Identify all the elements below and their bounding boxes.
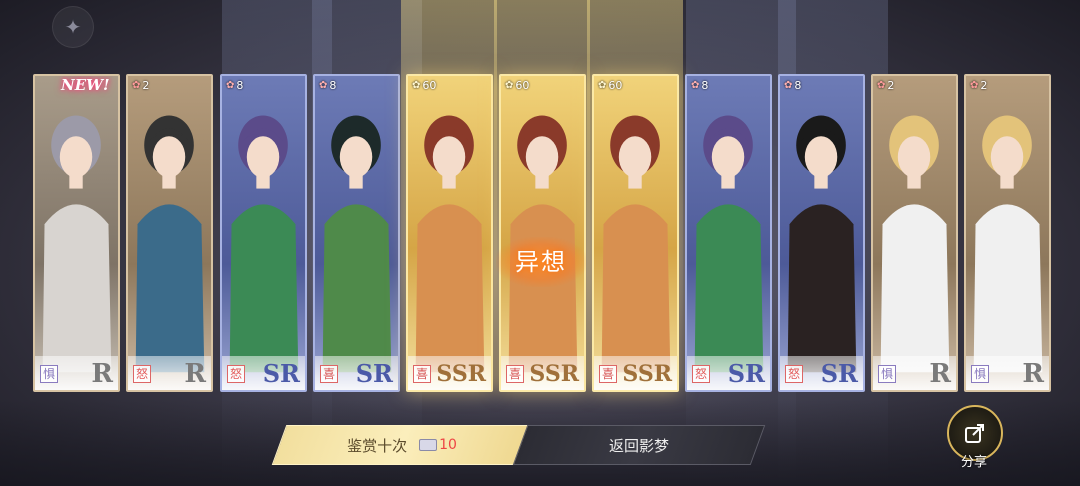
card-footer: 惧R — [966, 356, 1049, 390]
card-10[interactable]: ✿ 2 惧 R — [871, 74, 958, 392]
card-footer: 怒 SR — [687, 356, 770, 390]
shard-count: ✿ 8 — [691, 79, 708, 92]
shard-icon: ✿ — [691, 80, 700, 91]
character-portrait — [973, 115, 1043, 373]
shard-count-value: 2 — [142, 79, 150, 92]
shard-count: ✿ 8 — [784, 79, 801, 92]
rarity-label: SR — [355, 359, 393, 388]
yixiang-badge: 异想 — [496, 237, 586, 287]
card-footer: 喜 SSR — [408, 356, 491, 390]
shard-count-value: 60 — [608, 79, 623, 92]
rarity-label: SSR — [622, 361, 672, 387]
shard-count-value: 60 — [422, 79, 437, 92]
shard-icon: ✿ — [505, 80, 514, 91]
emotion-tag: 怒 — [133, 365, 151, 383]
emotion-tag: 喜 — [506, 365, 524, 383]
card-8[interactable]: ✿ 8 怒 SR — [685, 74, 772, 392]
emotion-tag: 喜 — [599, 365, 617, 383]
shard-count: ✿ 2 — [877, 79, 894, 92]
emotion-tag: 惧 — [971, 365, 989, 383]
shard-icon: ✿ — [132, 80, 141, 91]
shard-count-value: 8 — [794, 79, 802, 92]
character-portrait — [880, 115, 950, 373]
shard-count: ✿ 60 — [598, 79, 622, 92]
character-portrait — [135, 115, 205, 373]
shard-count: ✿ 60 — [412, 79, 436, 92]
emotion-tag: 惧 — [878, 365, 896, 383]
rarity-label: SSR — [436, 361, 486, 387]
share-icon — [965, 424, 984, 443]
shard-count-value: 2 — [887, 79, 895, 92]
rarity-label: SR — [262, 359, 300, 388]
shard-count: ✿ 8 — [319, 79, 336, 92]
shard-icon: ✿ — [784, 80, 793, 91]
ticket-icon — [419, 439, 438, 451]
character-portrait — [787, 115, 857, 373]
emotion-tag: 喜 — [413, 365, 431, 383]
rarity-label: SSR — [529, 361, 579, 387]
ticket-cost-value: 10 — [439, 437, 457, 453]
shard-icon: ✿ — [877, 80, 886, 91]
card-6[interactable]: ✿ 60 喜 SSR — [499, 74, 586, 392]
shard-count: ✿ 60 — [505, 79, 529, 92]
emotion-tag: 怒 — [692, 365, 710, 383]
return-label: 返回影梦 — [608, 436, 669, 455]
rarity-label: SR — [727, 359, 765, 388]
shard-count: ✿ 8 — [226, 79, 243, 92]
card-results-row: NEW! 惧 R ✿ 2 怒 R ✿ 8 怒 SR ✿ 8 喜 SR ✿ 60 喜 SSR ✿ 60 喜 SSR ✿ 60 喜 SS… — [33, 74, 1051, 394]
card-3[interactable]: ✿ 8 怒 SR — [220, 74, 307, 392]
rarity-label: R — [929, 359, 951, 389]
card-5[interactable]: ✿ 60 喜 SSR — [406, 74, 493, 392]
character-portrait — [42, 115, 112, 373]
share-label: 分享 — [960, 455, 987, 470]
card-footer: 怒 SR — [780, 356, 863, 390]
rarity-label: R — [184, 359, 206, 389]
card-2[interactable]: ✿ 2 怒 R — [126, 74, 213, 392]
shard-count-value: 8 — [329, 79, 337, 92]
shard-count-value: 60 — [515, 79, 530, 92]
sparkle-icon[interactable]: ✦ — [52, 6, 94, 48]
shard-icon: ✿ — [598, 80, 607, 91]
shard-count-value: 2 — [980, 79, 988, 92]
shard-count: ✿ 2 — [970, 79, 987, 92]
emotion-tag: 喜 — [320, 365, 338, 383]
card-footer: 怒 SR — [222, 356, 305, 390]
shard-count-value: 8 — [236, 79, 244, 92]
return-button[interactable]: 返回影梦 — [512, 425, 766, 465]
card-footer: 惧R — [35, 356, 118, 390]
shard-icon: ✿ — [226, 80, 235, 91]
card-footer: 惧R — [873, 356, 956, 390]
ticket-cost: 10 — [419, 437, 457, 453]
card-footer: 喜 SSR — [594, 356, 677, 390]
emotion-tag: 惧 — [40, 365, 58, 383]
character-portrait — [694, 115, 764, 373]
card-footer: 喜 SSR — [501, 356, 584, 390]
appreciate-ten-button[interactable]: 鉴赏十次 10 — [271, 425, 533, 465]
emotion-tag: 怒 — [227, 365, 245, 383]
card-7[interactable]: ✿ 60 喜 SSR — [592, 74, 679, 392]
shard-count-value: 8 — [701, 79, 709, 92]
card-11[interactable]: ✿ 2 惧 R — [964, 74, 1051, 392]
rarity-label: R — [91, 359, 113, 389]
card-4[interactable]: ✿ 8 喜 SR — [313, 74, 400, 392]
emotion-tag: 怒 — [785, 365, 803, 383]
shard-count: ✿ 2 — [132, 79, 149, 92]
card-1[interactable]: NEW! 惧 R — [33, 74, 120, 392]
rarity-label: SR — [820, 359, 858, 388]
rarity-label: R — [1022, 359, 1044, 389]
appreciate-ten-label: 鉴赏十次 — [347, 436, 408, 455]
character-portrait — [322, 115, 392, 373]
new-badge: NEW! — [61, 76, 110, 94]
card-footer: 喜 SR — [315, 356, 398, 390]
character-portrait — [229, 115, 299, 373]
character-portrait — [601, 115, 671, 373]
shard-icon: ✿ — [970, 80, 979, 91]
shard-icon: ✿ — [319, 80, 328, 91]
card-footer: 怒R — [128, 356, 211, 390]
shard-icon: ✿ — [412, 80, 421, 91]
card-9[interactable]: ✿ 8 怒 SR — [778, 74, 865, 392]
character-portrait — [415, 115, 485, 373]
character-portrait — [508, 115, 578, 373]
